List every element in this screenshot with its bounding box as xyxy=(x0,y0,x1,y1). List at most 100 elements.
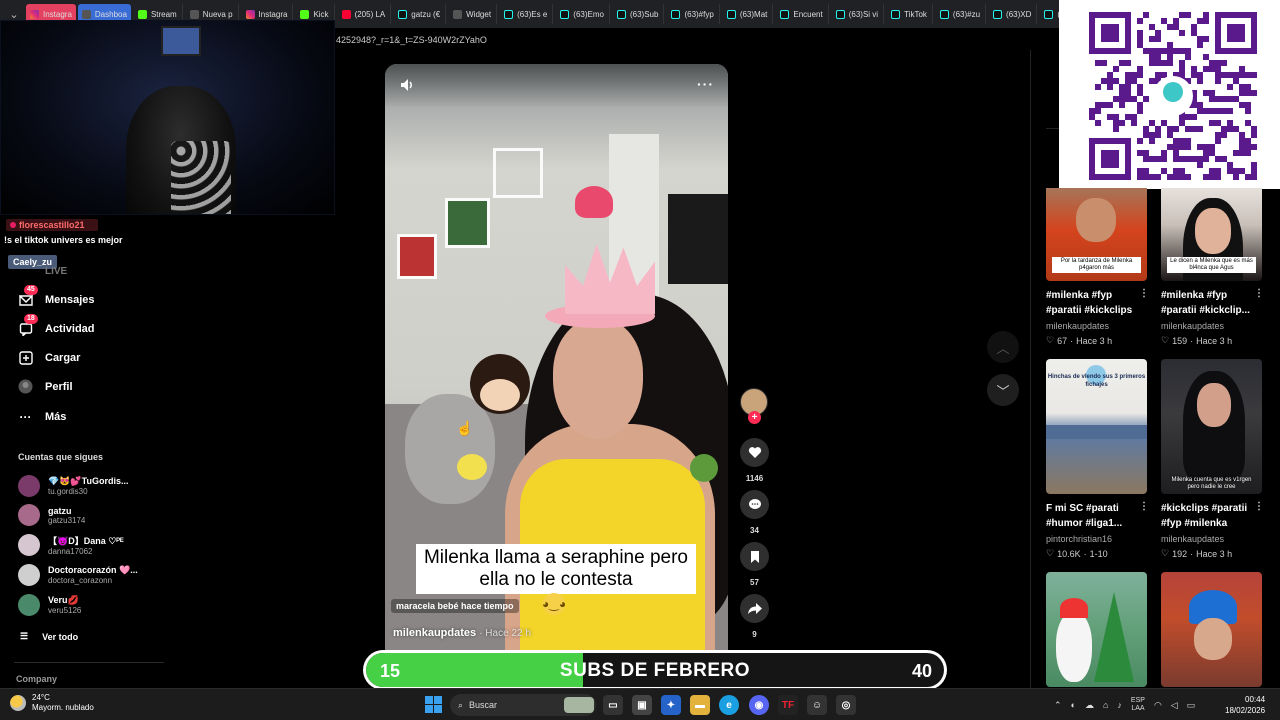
like-button[interactable] xyxy=(740,438,769,467)
sidebar-item-live[interactable]: LIVE xyxy=(45,266,67,277)
avatar xyxy=(18,594,40,616)
avatar xyxy=(18,534,40,556)
taskbar-clock[interactable]: 00:44 18/02/2026 xyxy=(1225,694,1265,716)
qr-module xyxy=(1131,114,1137,120)
video-author-name: milenkaupdates xyxy=(393,627,477,639)
following-item[interactable]: Doctoracorazón 🩷... doctora_corazonn xyxy=(18,564,138,586)
recommendation-card[interactable]: Milenka cuenta que es v1rgen pero nadie … xyxy=(1161,359,1264,559)
edge-icon[interactable]: e xyxy=(719,695,739,715)
following-item[interactable]: 💎😻💕TuGordis... tu.gordis30 xyxy=(18,475,128,497)
qr-module xyxy=(1185,156,1191,162)
start-tile xyxy=(434,696,442,704)
start-button[interactable] xyxy=(425,696,442,713)
sidebar-item-actividad[interactable]: 18 Actividad xyxy=(18,314,95,336)
recommendation-stats: ♡ 192 · Hace 3 h xyxy=(1161,548,1262,559)
comment-button[interactable] xyxy=(740,490,769,519)
view-count: 192 xyxy=(1172,548,1188,559)
qr-module xyxy=(1185,12,1191,18)
browser-tab[interactable]: (63)Es e xyxy=(499,4,554,24)
volume-icon[interactable] xyxy=(399,77,417,95)
game-app-icon[interactable]: ☺ xyxy=(807,695,827,715)
previous-video-button[interactable]: ︿ xyxy=(987,331,1019,363)
recommendation-author: milenkaupdates xyxy=(1161,534,1225,544)
address-bar[interactable]: 4252948?_r=1&_t=ZS-940W2rZYahO xyxy=(336,30,1060,50)
qr-module xyxy=(1239,102,1245,108)
qr-module xyxy=(1179,12,1185,18)
qr-module xyxy=(1119,96,1125,102)
video-author[interactable]: milenkaupdates · Hace 22 h xyxy=(393,627,531,639)
browser-tab[interactable]: (63)Si vi xyxy=(831,4,885,24)
qr-module xyxy=(1107,72,1113,78)
tray-overflow-icon[interactable]: ⌃ xyxy=(1054,700,1062,711)
battery-icon[interactable]: ▭ xyxy=(1187,700,1196,711)
browser-tab[interactable]: Widget xyxy=(448,4,498,24)
store-icon[interactable]: ▣ xyxy=(632,695,652,715)
tray-cloud-icon[interactable]: ☁ xyxy=(1085,700,1094,711)
browser-tab[interactable]: (63)XD xyxy=(988,4,1038,24)
browser-tab[interactable]: (63)Mat xyxy=(722,4,774,24)
browser-tab[interactable]: (63)Sub xyxy=(612,4,665,24)
wifi-icon[interactable]: ◠ xyxy=(1154,700,1162,711)
browser-tab[interactable]: (63)#fyp xyxy=(666,4,720,24)
browser-tab[interactable]: (63)#zu xyxy=(935,4,987,24)
qr-module xyxy=(1209,168,1215,174)
card-menu-icon[interactable]: ⋮ xyxy=(1139,501,1149,512)
recommendation-title: #milenka #fyp #paratii #kickclips xyxy=(1046,290,1133,316)
language-indicator[interactable]: ESP LAA xyxy=(1131,697,1145,713)
video-more-icon[interactable]: ··· xyxy=(697,76,714,92)
video-person-face xyxy=(553,319,643,439)
weather-widget[interactable]: 24°C Mayorm. nublado xyxy=(10,693,94,713)
tray-app-icon[interactable]: ◐ xyxy=(1071,700,1076,710)
sidebar-item-cargar[interactable]: Cargar xyxy=(18,350,80,365)
qr-module xyxy=(1155,126,1161,132)
yape-logo-mark xyxy=(1163,82,1183,102)
qr-module xyxy=(1227,72,1233,78)
thumbnail-band xyxy=(1046,425,1147,439)
following-item[interactable]: Veru💋 veru5126 xyxy=(18,594,81,616)
following-item[interactable]: 【😈D】Dana ♡ᴾᴱ danna17062 xyxy=(18,534,124,556)
tf-app-icon[interactable]: TF xyxy=(778,695,798,715)
volume-tray-icon[interactable]: ◁ xyxy=(1171,700,1178,711)
qr-module xyxy=(1203,66,1209,72)
sidebar-item-mas[interactable]: ··· Más xyxy=(18,409,67,424)
save-button[interactable] xyxy=(740,542,769,571)
task-view-icon[interactable]: ▭ xyxy=(603,695,623,715)
recommendation-card[interactable]: Hinchas de vlendo sus 3 primeros fichaje… xyxy=(1046,359,1149,559)
next-video-button[interactable]: ﹀ xyxy=(987,374,1019,406)
tray-network-icon[interactable]: ⌂ xyxy=(1103,700,1108,710)
recommendation-card[interactable] xyxy=(1161,572,1262,687)
sidebar-item-perfil[interactable]: Perfil xyxy=(18,379,73,394)
browser-tab[interactable]: (63)Emo xyxy=(555,4,610,24)
chat-message: !s el tiktok univers es mejor xyxy=(4,235,123,245)
file-explorer-icon[interactable]: ▬ xyxy=(690,695,710,715)
following-name: Veru💋 xyxy=(48,595,79,605)
browser-tab[interactable]: TikTok xyxy=(886,4,933,24)
company-link[interactable]: Company xyxy=(16,674,57,684)
card-menu-icon[interactable]: ⋮ xyxy=(1139,288,1149,299)
share-button[interactable] xyxy=(740,594,769,623)
recommendation-card[interactable]: Por la tardanza de Milenka p4garon más #… xyxy=(1046,188,1149,346)
see-all-button[interactable]: ☰ Ver todo xyxy=(20,631,78,642)
sidebar-item-mensajes[interactable]: 45 Mensajes xyxy=(18,285,95,307)
browser-tab[interactable]: Encuent xyxy=(775,4,829,24)
browser-tab[interactable]: gatzu (€ xyxy=(393,4,447,24)
taskbar-search[interactable]: ⌕ Buscar xyxy=(450,694,596,716)
follow-plus-icon[interactable]: + xyxy=(748,411,761,424)
recommendation-card[interactable] xyxy=(1046,572,1147,687)
following-names: 【😈D】Dana ♡ᴾᴱ danna17062 xyxy=(48,534,124,556)
card-menu-icon[interactable]: ⋮ xyxy=(1254,288,1264,299)
qr-module xyxy=(1233,168,1239,174)
qr-module xyxy=(1185,48,1191,54)
video-player[interactable]: ··· Milenka llama a seraphine pero ella … xyxy=(385,64,728,650)
obs-icon[interactable]: ◎ xyxy=(836,695,856,715)
discord-icon[interactable]: ◉ xyxy=(749,695,769,715)
recommendation-card[interactable]: Le dicen a Milenka que es más bl4nca que… xyxy=(1161,188,1264,346)
qr-module xyxy=(1149,36,1155,42)
following-item[interactable]: gatzu gatzu3174 xyxy=(18,504,85,526)
card-menu-icon[interactable]: ⋮ xyxy=(1254,501,1264,512)
qr-module xyxy=(1137,108,1143,114)
post-time: Hace 3 h xyxy=(1076,335,1113,346)
copilot-icon[interactable]: ✦ xyxy=(661,695,681,715)
microphone-icon[interactable]: ♪ xyxy=(1117,700,1122,710)
browser-tab[interactable]: (205) LA xyxy=(337,4,392,24)
